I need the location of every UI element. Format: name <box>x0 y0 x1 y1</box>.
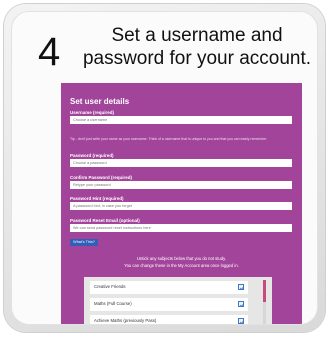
password-reset-email-field[interactable] <box>70 224 292 232</box>
password-reset-email-label: Password Reset Email (optional) <box>70 218 140 223</box>
username-label: Username (required) <box>70 110 115 115</box>
subject-checkbox[interactable] <box>238 318 245 324</box>
password-label: Password (required) <box>70 153 114 158</box>
password-hint-label: Password Hint (required) <box>70 196 124 201</box>
subject-row[interactable]: Maths (Full Course) <box>90 298 248 311</box>
untick-subjects-note: Untick any subjects below that you do no… <box>136 256 227 261</box>
step-heading: Set a username and password for your acc… <box>82 25 312 69</box>
subject-checkbox[interactable] <box>238 284 245 290</box>
subject-label: Creative Friends <box>94 284 126 289</box>
check-icon <box>239 286 245 290</box>
subject-label: Maths (Full Course) <box>94 301 132 306</box>
instruction-card-inner: 4 Set a username and password for your a… <box>11 11 318 325</box>
set-user-details-form: Set user details Username (required) Tip… <box>61 83 302 324</box>
form-title: Set user details <box>70 97 130 106</box>
change-subjects-note: You can change these in the My Account a… <box>124 263 239 268</box>
confirm-password-label: Confirm Password (required) <box>70 175 133 180</box>
instruction-card: 4 Set a username and password for your a… <box>4 4 325 332</box>
step-number: 4 <box>38 30 61 74</box>
subject-label: Achieve Maths (previously Pass) <box>94 318 157 323</box>
subject-row[interactable]: Creative Friends <box>90 281 248 294</box>
username-tip: Tip - don't just write your name as your… <box>70 137 268 141</box>
check-icon <box>239 303 245 307</box>
subject-checkbox[interactable] <box>238 301 245 307</box>
confirm-password-field[interactable] <box>70 181 292 189</box>
whats-this-button[interactable]: What's This? <box>70 239 98 246</box>
password-field[interactable] <box>70 159 292 167</box>
password-hint-field[interactable] <box>70 202 292 210</box>
scrollbar-thumb[interactable] <box>263 280 266 302</box>
subject-list-scrollbar[interactable] <box>263 280 266 324</box>
subject-list: Creative Friends Maths (Full Course) Ach… <box>84 277 272 324</box>
check-icon <box>239 320 245 324</box>
username-field[interactable] <box>70 116 292 124</box>
subject-row[interactable]: Achieve Maths (previously Pass) <box>90 315 248 324</box>
